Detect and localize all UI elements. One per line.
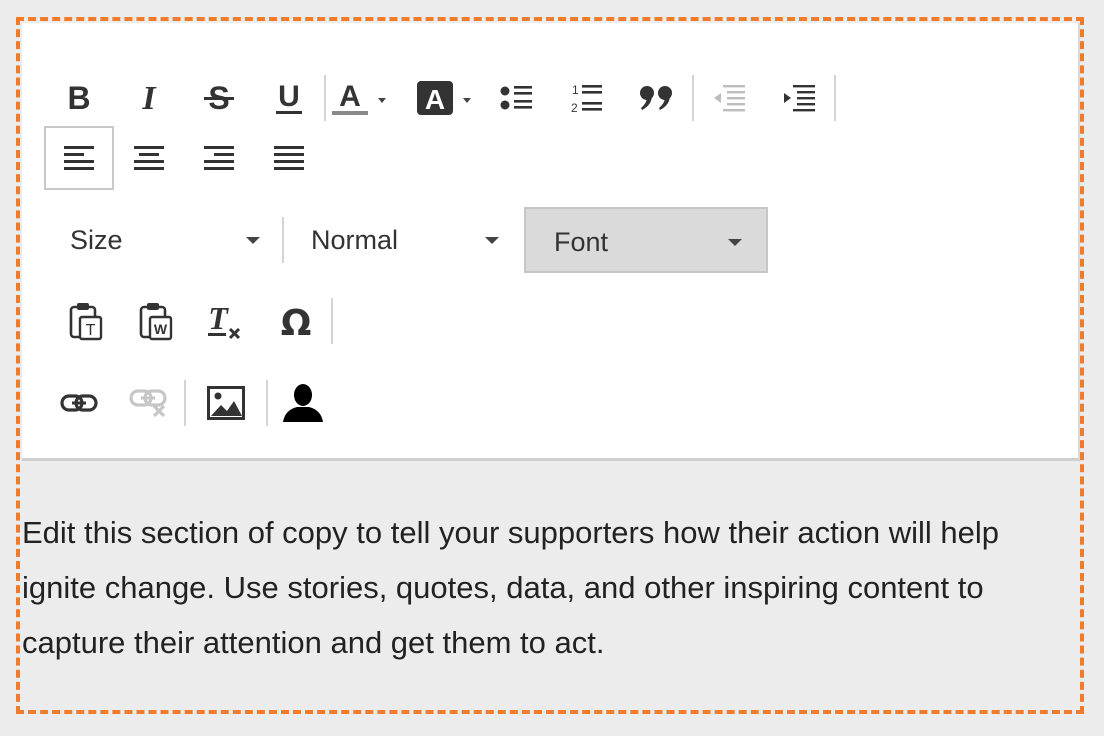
link-button[interactable]: [44, 371, 114, 435]
toolbar-separator: [331, 298, 333, 344]
special-character-button[interactable]: Ω: [261, 289, 331, 353]
align-right-button[interactable]: [184, 126, 254, 190]
outdent-icon: [714, 85, 745, 112]
chevron-down-icon: [246, 237, 260, 244]
svg-text:T: T: [86, 322, 96, 339]
size-dropdown[interactable]: Size: [44, 207, 282, 273]
format-dropdown-label: Normal: [311, 225, 399, 255]
italic-button[interactable]: I: [114, 66, 184, 130]
size-dropdown-label: Size: [70, 225, 123, 255]
strikethrough-icon: S: [204, 81, 234, 115]
increase-indent-button[interactable]: [764, 66, 834, 130]
align-left-icon: [64, 146, 94, 170]
svg-text:Ω: Ω: [281, 303, 312, 341]
person-button[interactable]: [268, 371, 338, 435]
font-dropdown-label: Font: [554, 227, 609, 257]
numbered-list-button[interactable]: 1 2: [552, 66, 622, 130]
paste-from-word-button[interactable]: W: [121, 289, 191, 353]
bold-button[interactable]: B: [44, 66, 114, 130]
remove-format-button[interactable]: T: [191, 289, 261, 353]
background-color-icon: A: [417, 81, 471, 115]
align-right-icon: [204, 146, 234, 170]
quote-icon: [640, 86, 672, 110]
editable-content-text[interactable]: Edit this section of copy to tell your s…: [22, 505, 1062, 670]
align-center-button[interactable]: [114, 126, 184, 190]
paste-word-icon: W: [139, 303, 173, 341]
toolbar-row-paste: T W T Ω: [51, 286, 333, 356]
align-justify-icon: [274, 146, 304, 170]
svg-text:U: U: [278, 81, 300, 113]
underline-button[interactable]: U: [254, 66, 324, 130]
indent-icon: [784, 85, 815, 112]
align-left-button[interactable]: [44, 126, 114, 190]
image-button[interactable]: [186, 371, 266, 435]
bold-icon: B: [67, 83, 90, 113]
person-icon: [283, 384, 323, 422]
svg-text:I: I: [141, 83, 157, 113]
paste-as-text-button[interactable]: T: [51, 289, 121, 353]
underline-icon: U: [276, 81, 302, 114]
bulleted-list-icon: [500, 86, 532, 110]
omega-icon: Ω: [281, 303, 312, 341]
remove-format-icon: T: [208, 301, 241, 340]
strikethrough-button[interactable]: S: [184, 66, 254, 130]
unlink-button[interactable]: [114, 371, 184, 435]
unlink-icon: [129, 389, 167, 418]
svg-text:A: A: [425, 84, 445, 115]
svg-text:A: A: [339, 80, 361, 113]
background-color-button[interactable]: A: [412, 66, 482, 130]
toolbar-row-styles: Size Normal Font: [44, 205, 768, 275]
decrease-indent-button[interactable]: [694, 66, 764, 130]
paste-text-icon: T: [69, 303, 103, 341]
chevron-down-icon: [728, 239, 742, 246]
svg-text:1: 1: [572, 83, 579, 97]
format-dropdown[interactable]: Normal: [284, 207, 524, 273]
svg-text:B: B: [67, 83, 90, 113]
text-color-button[interactable]: A: [326, 66, 396, 130]
font-dropdown[interactable]: Font: [524, 207, 768, 273]
toolbar-row-insert: [44, 368, 338, 438]
svg-text:W: W: [154, 321, 168, 337]
bulleted-list-button[interactable]: [482, 66, 552, 130]
numbered-list-icon: 1 2: [571, 83, 602, 115]
justify-button[interactable]: [254, 126, 324, 190]
toolbar-row-alignment: [44, 123, 324, 193]
svg-text:T: T: [208, 301, 229, 336]
blockquote-button[interactable]: [622, 66, 692, 130]
italic-icon: I: [141, 83, 157, 113]
image-icon: [207, 386, 245, 420]
editor-toolbar: B I S U A A 1 2 Size Normal Font T W T Ω: [22, 23, 1080, 461]
svg-text:2: 2: [571, 101, 578, 115]
toolbar-separator: [834, 75, 836, 121]
chevron-down-icon: [485, 237, 499, 244]
text-color-icon: A: [332, 80, 386, 115]
align-center-icon: [134, 146, 164, 170]
link-icon: [60, 394, 98, 412]
